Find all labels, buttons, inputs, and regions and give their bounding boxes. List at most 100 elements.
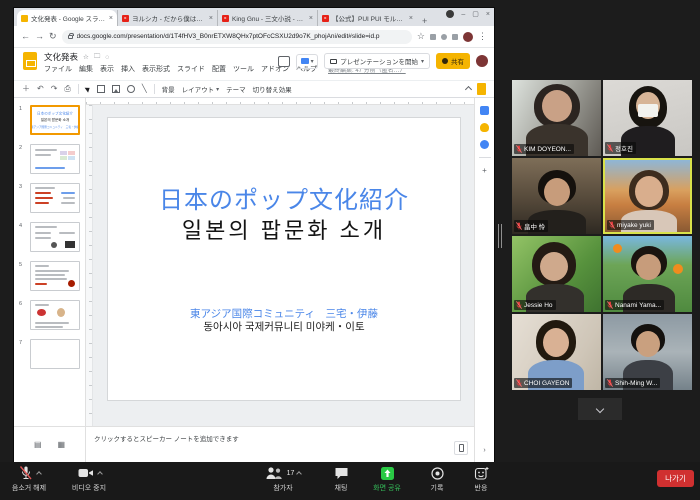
- slide-title-japanese[interactable]: 日本のポップ文化紹介: [108, 180, 460, 215]
- google-slides-logo-icon[interactable]: [23, 52, 37, 70]
- window-minimize-button[interactable]: –: [461, 11, 465, 18]
- new-tab-button[interactable]: +: [422, 16, 427, 26]
- collapse-video-grid-button[interactable]: [578, 398, 622, 420]
- slide-thumbnail-4[interactable]: [30, 222, 80, 252]
- participant-tile-choi-gayeon[interactable]: CHOI GAYEON: [512, 314, 601, 390]
- speaker-notes-placeholder: クリックするとスピーカー ノートを追加できます: [94, 433, 466, 443]
- transition-button[interactable]: 切り替え効果: [253, 84, 292, 94]
- redo-icon[interactable]: ↷: [51, 85, 58, 93]
- stop-video-button[interactable]: 비디오 중지: [58, 465, 120, 493]
- tab-close-icon[interactable]: ×: [309, 15, 313, 22]
- participants-button[interactable]: 17 참가자: [252, 465, 314, 493]
- new-slide-button[interactable]: ＋: [22, 85, 30, 93]
- mic-muted-icon: [607, 379, 613, 387]
- mic-muted-icon: [516, 379, 522, 387]
- participants-options-chevron-icon[interactable]: [297, 471, 303, 477]
- window-close-button[interactable]: ×: [486, 11, 490, 18]
- menu-slide[interactable]: スライド: [177, 64, 205, 74]
- browser-tab-slides[interactable]: 文化発表 - Google スライド ×: [17, 10, 117, 26]
- browser-tab-youtube-2[interactable]: ▸ King Gnu - 三文小説 - YouTube ×: [217, 10, 317, 26]
- comment-history-icon[interactable]: [278, 56, 290, 67]
- menu-insert[interactable]: 挿入: [121, 64, 135, 74]
- share-button[interactable]: 共有: [436, 53, 470, 69]
- participant-tile-hatanaka[interactable]: 畠中 怜: [512, 158, 601, 234]
- layout-button[interactable]: レイアウト▾: [182, 84, 220, 94]
- add-addon-icon[interactable]: +: [482, 166, 487, 175]
- side-panel-expand-icon[interactable]: ›: [483, 447, 485, 454]
- tasks-icon[interactable]: [480, 140, 489, 149]
- insert-image-icon[interactable]: [112, 85, 120, 93]
- undo-icon[interactable]: ↶: [37, 85, 44, 93]
- tab-close-icon[interactable]: ×: [209, 15, 213, 22]
- background-button[interactable]: 背景: [162, 84, 175, 94]
- extension-icon[interactable]: [430, 34, 436, 40]
- video-options-chevron-icon[interactable]: [97, 471, 103, 477]
- browser-profile-avatar[interactable]: [463, 32, 473, 42]
- participant-tile-kim-doyeon[interactable]: KIM DOYEON...: [512, 80, 601, 156]
- print-icon[interactable]: ⎙: [64, 85, 70, 93]
- slide-thumbnail-1-selected[interactable]: 日本のポップ文化紹介 일본의 팝문화 소개 東アジア国際コミュニティ 三宅・伊藤: [30, 105, 80, 135]
- window-maximize-button[interactable]: ▢: [472, 10, 479, 18]
- bookmark-star-icon[interactable]: ☆: [417, 32, 425, 41]
- explore-button[interactable]: [454, 441, 468, 455]
- menu-edit[interactable]: 編集: [79, 64, 93, 74]
- menu-file[interactable]: ファイル: [44, 64, 72, 74]
- slide-canvas: 日本のポップ文化紹介 일본의 팝문화 소개 東アジア国際コミュニティ 三宅・伊藤…: [86, 105, 474, 426]
- present-button[interactable]: プレゼンテーションを開始 ▾: [324, 53, 430, 69]
- menu-view[interactable]: 表示: [100, 64, 114, 74]
- slideshow-icon-button[interactable]: ▾: [296, 54, 318, 69]
- star-document-icon[interactable]: ☆: [83, 53, 89, 61]
- unmute-button[interactable]: 음소거 해제: [0, 465, 58, 493]
- collapse-toolbar-icon[interactable]: [465, 85, 472, 92]
- document-title[interactable]: 文化発表: [44, 51, 78, 63]
- browser-tab-strip: 文化発表 - Google スライド × ▸ ヨルシカ - だから僕は音楽を辞め…: [14, 8, 494, 26]
- slide-thumbnail-6[interactable]: [30, 300, 80, 330]
- leave-meeting-button[interactable]: 나가기: [657, 470, 694, 487]
- back-icon[interactable]: ←: [21, 32, 30, 41]
- browser-extension-avatar-icon[interactable]: [446, 10, 454, 18]
- audio-options-chevron-icon[interactable]: [36, 471, 42, 477]
- grid-view-icon[interactable]: ▦: [57, 440, 65, 449]
- browser-tab-youtube-1[interactable]: ▸ ヨルシカ - だから僕は音楽を辞めた… ×: [117, 10, 217, 26]
- current-slide[interactable]: 日本のポップ文化紹介 일본의 팝문화 소개 東アジア国際コミュニティ 三宅・伊藤…: [108, 118, 460, 400]
- address-bar[interactable]: docs.google.com/presentation/d/1T4fHV3_B…: [62, 30, 412, 44]
- participant-tile-miyake-yuki-active-speaker[interactable]: miyake yuki: [603, 158, 692, 234]
- participant-nameplate: 畠中 怜: [514, 220, 548, 232]
- slide-thumbnail-7[interactable]: [30, 339, 80, 369]
- move-folder-icon[interactable]: 🗀: [94, 52, 101, 63]
- mic-muted-icon: [516, 145, 522, 153]
- speaker-notes-area[interactable]: クリックするとスピーカー ノートを追加できます: [86, 426, 474, 462]
- theme-button[interactable]: テーマ: [226, 84, 246, 94]
- account-avatar[interactable]: [476, 55, 488, 67]
- mic-muted-icon: [516, 222, 522, 230]
- keep-icon[interactable]: [480, 123, 489, 132]
- slide-title-korean[interactable]: 일본의 팝문화 소개: [108, 213, 460, 245]
- text-box-icon[interactable]: [97, 85, 105, 93]
- select-cursor-icon[interactable]: [84, 85, 91, 92]
- slide-thumbnail-3[interactable]: [30, 183, 80, 213]
- filmstrip-view-icon[interactable]: ▤: [34, 440, 42, 449]
- tab-close-icon[interactable]: ×: [109, 15, 113, 22]
- reactions-button[interactable]: 반응: [452, 465, 510, 493]
- slide-subtitle-korean[interactable]: 동아시아 국제커뮤니티 미야케・이토: [108, 319, 460, 334]
- participant-tile-jeong-hojin[interactable]: 정호진: [603, 80, 692, 156]
- menu-tools[interactable]: ツール: [233, 64, 254, 74]
- participant-tile-jessie-ho[interactable]: Jessie Ho: [512, 236, 601, 312]
- participant-tile-shih-ming[interactable]: Shih-Ming W...: [603, 314, 692, 390]
- browser-tab-youtube-3[interactable]: ▸ 【公式】PUI PUI モルカー 第1話… ×: [317, 10, 417, 26]
- forward-icon[interactable]: →: [35, 32, 44, 41]
- extension-icon[interactable]: [441, 34, 447, 40]
- calendar-icon[interactable]: [480, 106, 489, 115]
- insert-line-icon[interactable]: ╲: [142, 85, 147, 93]
- menu-arrange[interactable]: 配置: [212, 64, 226, 74]
- insert-shape-icon[interactable]: [127, 85, 135, 93]
- participant-tile-nanami-yama[interactable]: Nanami Yama...: [603, 236, 692, 312]
- tab-close-icon[interactable]: ×: [409, 15, 413, 22]
- panel-resize-handle[interactable]: [498, 224, 503, 248]
- browser-menu-kebab-icon[interactable]: ⋮: [478, 32, 487, 41]
- extension-icon[interactable]: [452, 34, 458, 40]
- reload-icon[interactable]: ↻: [49, 32, 57, 41]
- slide-thumbnail-5[interactable]: [30, 261, 80, 291]
- slide-thumbnail-2[interactable]: [30, 144, 80, 174]
- menu-format[interactable]: 表示形式: [142, 64, 170, 74]
